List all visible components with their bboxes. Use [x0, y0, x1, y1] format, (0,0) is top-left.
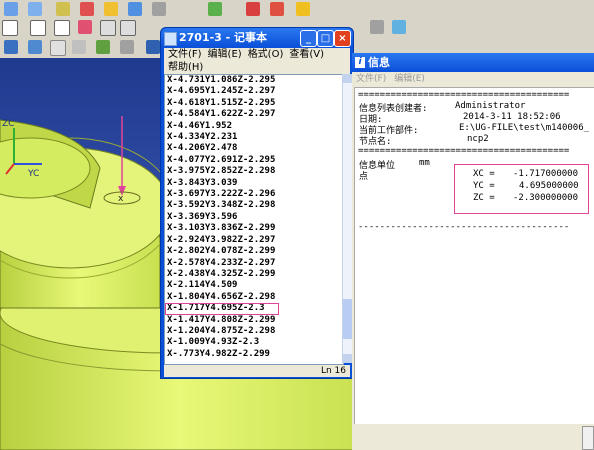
notepad-line[interactable]: X-1.417Y4.808Z-2.299 [165, 315, 343, 326]
toolbar-icon[interactable] [120, 20, 136, 36]
menu-format[interactable]: 格式(O) [248, 49, 284, 60]
info-menu-file[interactable]: 文件(F) [356, 74, 386, 84]
toolbar-icon[interactable] [146, 40, 160, 54]
minimize-button[interactable]: _ [300, 30, 317, 47]
notepad-icon [164, 32, 177, 46]
creator-value: Administrator [455, 101, 526, 111]
notepad-window: 2701-3 - 记事本 _ □ × 文件(F) 编辑(E) 格式(O) 查看(V) … [160, 27, 354, 379]
info-lower-panel [352, 424, 594, 450]
close-button[interactable]: × [334, 30, 351, 47]
zc-value: -2.300000000 [513, 193, 579, 203]
notepad-titlebar[interactable]: 2701-3 - 记事本 _ □ × [161, 28, 353, 48]
toolbar-icon[interactable] [96, 40, 110, 54]
notepad-line[interactable]: X-3.975Y2.852Z-2.298 [165, 166, 343, 177]
notepad-scrollbar[interactable] [342, 74, 352, 363]
notepad-line[interactable]: X-3.697Y3.222Z-2.296 [165, 189, 343, 200]
toolbar-icon[interactable] [270, 2, 284, 16]
notepad-line[interactable]: X-4.334Y2.231 [165, 132, 343, 143]
xc-label: XC = [473, 169, 495, 179]
notepad-line[interactable]: X-3.369Y3.596 [165, 212, 343, 223]
toolbar-icon[interactable] [54, 20, 70, 36]
yc-label: YC = [473, 181, 495, 191]
toolbar-icon[interactable] [78, 20, 92, 34]
axis-label-zc: ZC [2, 119, 14, 129]
notepad-line[interactable]: X-3.592Y3.348Z-2.298 [165, 200, 343, 211]
notepad-line[interactable]: X-.773Y4.982Z-2.299 [165, 349, 343, 360]
xc-value: -1.717000000 [513, 169, 579, 179]
toolbar-icon[interactable] [104, 2, 118, 16]
part-value: E:\UG-FILE\test\m140006_ [459, 123, 590, 133]
notepad-line[interactable]: X-1.204Y4.875Z-2.298 [165, 326, 343, 337]
notepad-line[interactable]: X-3.103Y3.836Z-2.299 [165, 223, 343, 234]
notepad-line[interactable]: X-2.802Y4.078Z-2.299 [165, 246, 343, 257]
notepad-line[interactable]: X-1.009Y4.93Z-2.3 [165, 337, 343, 348]
toolbar-icon[interactable] [2, 20, 18, 36]
info-menubar: 文件(F) 编辑(E) [352, 72, 594, 86]
toolbar-icon[interactable] [120, 40, 134, 54]
info-content: ======================================= … [354, 87, 594, 426]
node-value: ncp2 [467, 134, 489, 144]
info-title: 信息 [368, 56, 390, 69]
info-menu-edit[interactable]: 编辑(E) [394, 74, 425, 84]
notepad-line[interactable]: X-2.924Y3.982Z-2.297 [165, 235, 343, 246]
menu-view[interactable]: 查看(V) [289, 49, 324, 60]
notepad-line[interactable]: X-4.695Y1.245Z-2.297 [165, 86, 343, 97]
notepad-line[interactable]: X-4.46Y1.952 [165, 121, 343, 132]
unit-value: mm [419, 158, 430, 168]
notepad-line-selected[interactable]: X-1.717Y4.695Z-2.3 [165, 303, 279, 315]
toolbar-icon[interactable] [296, 2, 310, 16]
divider: ======================================= [358, 90, 570, 100]
notepad-text-area[interactable]: X-4.731Y1.086Z-2.295 X-4.695Y1.245Z-2.297… [164, 74, 344, 365]
coordinate-highlight: XC = -1.717000000 YC = 4.695000000 ZC = … [454, 164, 589, 214]
notepad-line[interactable]: X-4.618Y1.515Z-2.295 [165, 98, 343, 109]
menu-file[interactable]: 文件(F) [168, 49, 202, 60]
info-window: i 信息 文件(F) 编辑(E) ========================… [352, 53, 594, 450]
divider: ======================================= [358, 146, 570, 156]
scroll-thumb[interactable] [343, 299, 352, 339]
toolbar-icon[interactable] [246, 2, 260, 16]
status-line: Ln 16 [320, 366, 346, 376]
notepad-line[interactable]: X-4.731Y1.086Z-2.295 [165, 75, 343, 86]
toolbar-icon[interactable] [30, 20, 46, 36]
notepad-line[interactable]: X-2.438Y4.325Z-2.299 [165, 269, 343, 280]
info-scrollbar[interactable] [582, 426, 594, 450]
notepad-title: 2701-3 - 记事本 [179, 31, 268, 44]
notepad-line[interactable]: X-4.077Y2.691Z-2.295 [165, 155, 343, 166]
toolbar-icon[interactable] [100, 20, 116, 36]
notepad-line[interactable]: X-2.578Y4.233Z-2.297 [165, 258, 343, 269]
axis-label-yc: YC [27, 169, 39, 179]
notepad-line[interactable]: X-4.206Y2.478 [165, 143, 343, 154]
toolbar-icon[interactable] [4, 2, 18, 16]
toolbar-icon[interactable] [208, 2, 222, 16]
toolbar-icon[interactable] [28, 2, 42, 16]
notepad-line[interactable]: X-3.843Y3.039 [165, 178, 343, 189]
info-titlebar[interactable]: i 信息 [352, 53, 594, 72]
menu-edit[interactable]: 编辑(E) [208, 49, 242, 60]
date-value: 2014-3-11 18:52:06 [463, 112, 561, 122]
toolbar-icon[interactable] [4, 40, 18, 54]
toolbar-icon[interactable] [128, 2, 142, 16]
notepad-menubar: 文件(F) 编辑(E) 格式(O) 查看(V) 帮助(H) [164, 48, 350, 74]
toolbar-icon[interactable] [80, 2, 94, 16]
toolbar-icon[interactable] [28, 40, 42, 54]
divider: --------------------------------------- [358, 222, 570, 232]
toolbar-icon[interactable] [392, 20, 406, 34]
info-icon: i [355, 57, 365, 68]
point-label: 点 [359, 172, 369, 182]
zc-label: ZC = [473, 193, 495, 203]
toolbar-icon[interactable] [72, 40, 86, 54]
toolbar-icon[interactable] [370, 20, 384, 34]
notepad-line[interactable]: X-2.114Y4.509 [165, 280, 343, 291]
notepad-line[interactable]: X-1.804Y4.656Z-2.298 [165, 292, 343, 303]
menu-help[interactable]: 帮助(H) [168, 62, 203, 73]
yc-value: 4.695000000 [519, 181, 579, 191]
notepad-statusbar: Ln 16 [164, 365, 350, 377]
svg-text:x: x [118, 194, 124, 204]
toolbar-icon[interactable] [50, 40, 66, 56]
toolbar-top [0, 0, 594, 19]
maximize-button[interactable]: □ [317, 30, 334, 47]
notepad-line[interactable]: X-4.584Y1.622Z-2.297 [165, 109, 343, 120]
toolbar-icon[interactable] [152, 2, 166, 16]
toolbar-icon[interactable] [56, 2, 70, 16]
